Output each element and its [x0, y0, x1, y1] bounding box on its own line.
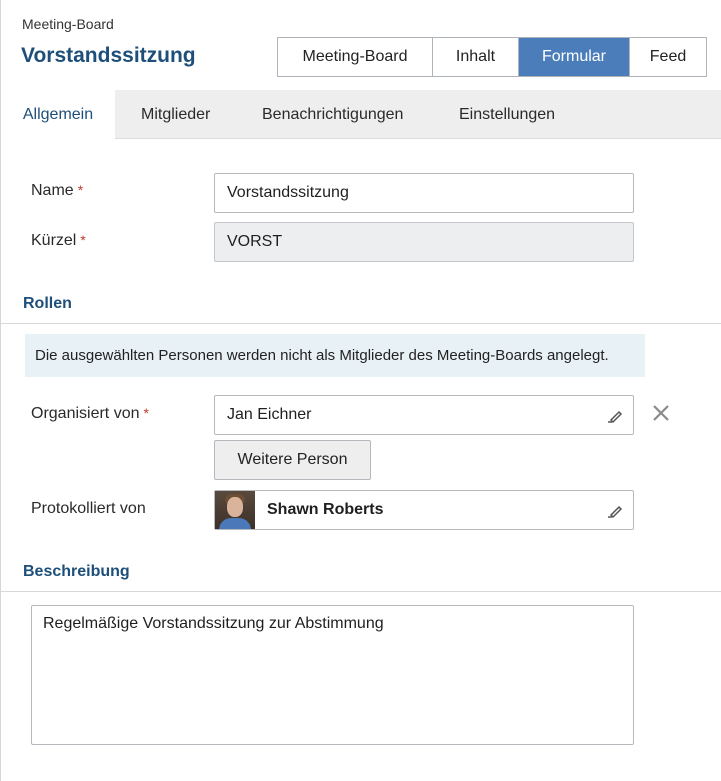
name-label-text: Name [31, 182, 74, 199]
kuerzel-label: Kürzel * [31, 232, 86, 250]
organized-by-label-text: Organisiert von [31, 405, 140, 422]
tab-einstellungen[interactable]: Einstellungen [459, 90, 555, 139]
organized-by-label: Organisiert von * [31, 405, 149, 423]
close-icon[interactable] [651, 403, 671, 423]
kuerzel-input: VORST [214, 222, 634, 262]
logged-by-label: Protokolliert von [31, 500, 146, 517]
view-feed-button[interactable]: Feed [630, 38, 706, 76]
tab-bar: Allgemein Mitglieder Benachrichtigungen … [1, 90, 721, 140]
page-title: Vorstandssitzung [21, 44, 196, 67]
avatar [215, 491, 255, 529]
description-section-title: Beschreibung [23, 563, 130, 580]
required-marker: * [77, 182, 84, 198]
tab-benachrichtigungen[interactable]: Benachrichtigungen [262, 90, 403, 139]
organized-by-field[interactable]: Jan Eichner [214, 395, 634, 435]
pencil-icon[interactable] [607, 406, 625, 424]
required-marker: * [143, 405, 149, 421]
view-inhalt-button[interactable]: Inhalt [433, 38, 519, 76]
name-label: Name * [31, 182, 83, 200]
roles-section-title: Rollen [23, 295, 72, 312]
section-divider [1, 323, 721, 324]
tab-mitglieder[interactable]: Mitglieder [141, 90, 210, 139]
logged-by-value: Shawn Roberts [267, 501, 384, 518]
name-input[interactable]: Vorstandssitzung [214, 173, 634, 213]
organized-by-value: Jan Eichner [227, 406, 312, 423]
roles-info-message: Die ausgewählten Personen werden nicht a… [25, 334, 645, 377]
pencil-icon[interactable] [607, 501, 625, 519]
required-marker: * [80, 232, 86, 248]
view-meeting-board-button[interactable]: Meeting-Board [278, 38, 433, 76]
logged-by-field[interactable]: Shawn Roberts [214, 490, 634, 530]
view-switcher: Meeting-Board Inhalt Formular Feed [277, 37, 707, 77]
view-formular-button[interactable]: Formular [519, 38, 630, 76]
add-person-button[interactable]: Weitere Person [214, 440, 371, 480]
breadcrumb[interactable]: Meeting-Board [22, 16, 114, 32]
section-divider [1, 591, 721, 592]
description-textarea[interactable]: Regelmäßige Vorstandssitzung zur Abstimm… [31, 605, 634, 745]
form-panel: Meeting-Board Vorstandssitzung Meeting-B… [0, 0, 721, 781]
kuerzel-label-text: Kürzel [31, 232, 77, 249]
tab-allgemein[interactable]: Allgemein [1, 90, 115, 140]
